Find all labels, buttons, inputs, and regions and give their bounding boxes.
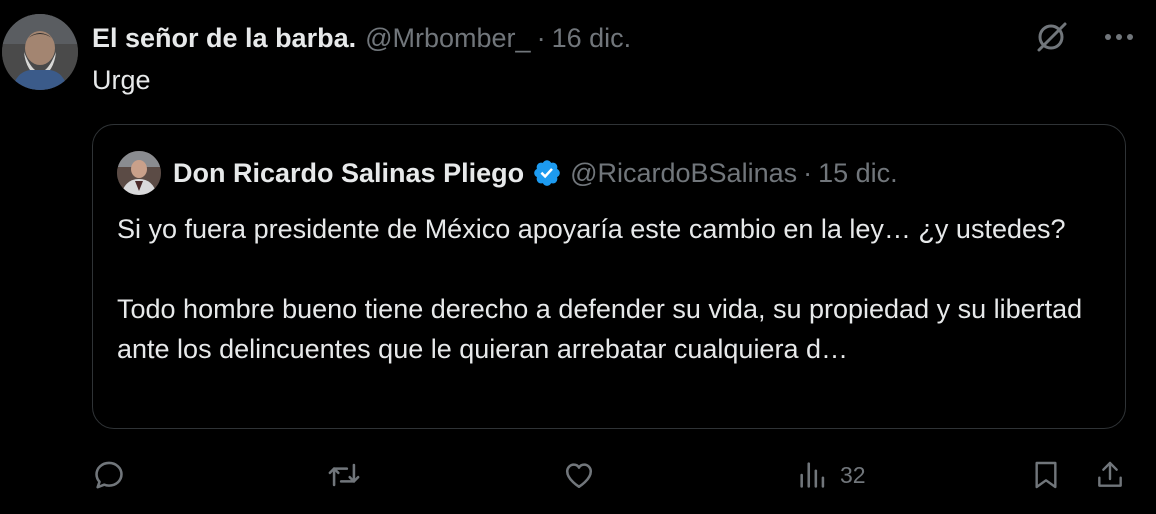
reply-button[interactable] [92,450,126,500]
retweet-icon [328,463,360,487]
quoted-paragraph-2: Todo hombre bueno tiene derecho a defend… [117,294,1083,364]
views-icon [800,462,825,488]
tweet-action-bar: 32 [92,450,1132,500]
quoted-tweet-date[interactable]: 15 dic. [818,158,898,189]
avatar-image [2,14,78,90]
like-button[interactable] [562,450,596,500]
tweet-text: Urge [92,65,151,95]
quoted-author-handle[interactable]: @RicardoBSalinas [570,158,797,189]
quoted-paragraph-1: Si yo fuera presidente de México apoyarí… [117,214,1066,244]
share-icon [1098,461,1122,487]
tweet[interactable]: El señor de la barba. @Mrbomber_ · 16 di… [0,0,1156,514]
retweet-button[interactable] [326,450,362,500]
tweet-header: El señor de la barba. @Mrbomber_ · 16 di… [92,18,631,58]
bookmark-icon [1035,461,1057,489]
quoted-tweet-header: Don Ricardo Salinas Pliego @RicardoBSali… [173,153,898,193]
author-name[interactable]: El señor de la barba. [92,23,356,54]
separator-dot: · [536,22,546,53]
quoted-tweet-text: Si yo fuera presidente de México apoyarí… [117,209,1107,369]
quoted-author-name[interactable]: Don Ricardo Salinas Pliego [173,158,524,189]
tweet-top-actions [1034,20,1134,54]
tweet-date[interactable]: 16 dic. [552,23,632,54]
quoted-tweet-card[interactable]: Don Ricardo Salinas Pliego @RicardoBSali… [92,124,1126,429]
views-button[interactable]: 32 [796,450,866,500]
more-icon[interactable] [1104,32,1134,42]
quoted-separator-dot: · [803,157,813,188]
verified-badge-icon [532,158,562,188]
quoted-avatar-image [117,151,161,195]
author-avatar[interactable] [2,14,78,90]
quoted-author-avatar[interactable] [117,151,161,195]
bookmark-button[interactable] [1030,450,1062,500]
heart-icon [565,463,593,489]
author-handle[interactable]: @Mrbomber_ [365,23,530,54]
share-button[interactable] [1094,450,1126,500]
reply-icon [95,461,123,489]
grok-icon[interactable] [1034,20,1068,54]
views-count: 32 [840,461,866,488]
